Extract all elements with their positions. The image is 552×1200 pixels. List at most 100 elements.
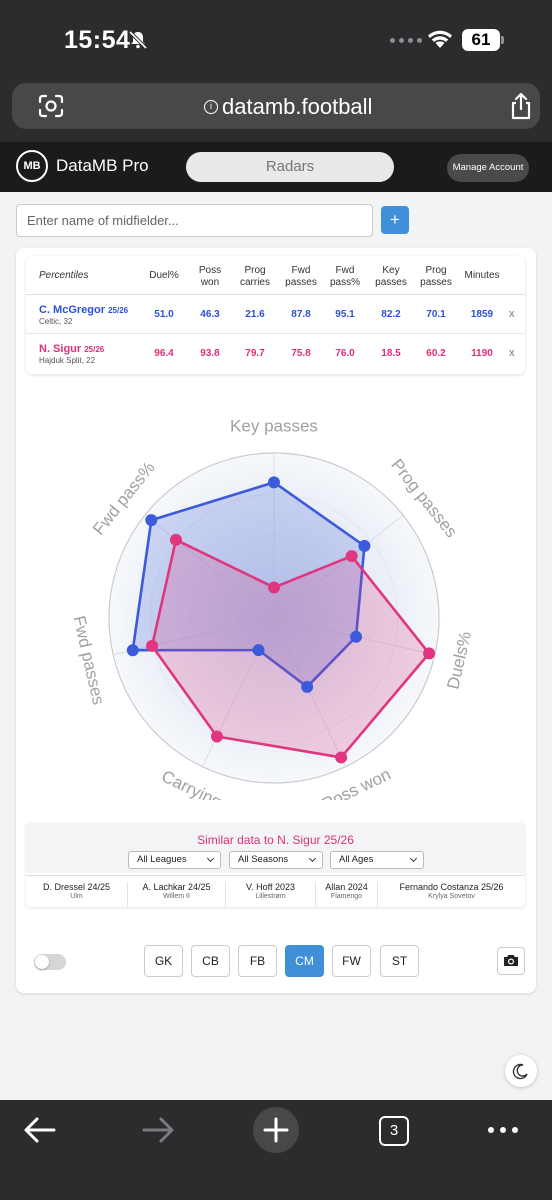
position-button-gk[interactable]: GK: [144, 945, 183, 977]
table-cell: 76.0: [335, 348, 355, 359]
manage-account-button[interactable]: Manage Account: [447, 154, 529, 182]
radar-point[interactable]: [301, 680, 314, 693]
forward-arrow-icon[interactable]: [140, 1114, 176, 1146]
info-icon[interactable]: i: [204, 100, 218, 114]
battery-indicator: 61: [462, 29, 500, 51]
position-button-cb[interactable]: CB: [191, 945, 230, 977]
similar-player-item[interactable]: Allan 2024 Flamengo: [316, 882, 378, 907]
table-cell: 96.4: [154, 348, 174, 359]
table-cell: 93.8: [200, 348, 220, 359]
table-cell: 18.5: [381, 348, 401, 359]
share-icon[interactable]: [508, 92, 534, 120]
table-cell: 1859: [470, 309, 494, 320]
column-header: Fwd passes: [285, 265, 317, 288]
player-club: Celtic, 32: [39, 317, 73, 326]
table-header: Percentiles Duel% Poss won Prog carries Fw…: [26, 256, 525, 295]
season-filter-select[interactable]: All Seasons: [229, 851, 323, 869]
address-bar[interactable]: i datamb.football: [12, 83, 540, 129]
similar-player-item[interactable]: Fernando Costanza 25/26 Krylya Sovetov: [378, 882, 525, 907]
remove-player-button[interactable]: x: [509, 347, 515, 359]
similar-player-item[interactable]: V. Hoff 2023 Lillestrøm: [226, 882, 316, 907]
radar-point[interactable]: [169, 533, 182, 546]
radar-point[interactable]: [268, 476, 280, 489]
dark-mode-toggle[interactable]: [505, 1055, 537, 1087]
position-button-st[interactable]: ST: [380, 945, 419, 977]
table-cell: 75.8: [291, 348, 311, 359]
table-cell: 51.0: [154, 309, 174, 320]
table-cell: 82.2: [381, 309, 401, 320]
add-player-button[interactable]: +: [381, 206, 409, 234]
column-header: Prog carries: [239, 265, 270, 288]
status-bar: 15:54 61: [0, 0, 552, 80]
column-header: Minutes: [464, 270, 500, 281]
radar-point[interactable]: [210, 730, 223, 743]
column-header-percentiles: Percentiles: [39, 270, 89, 281]
column-header: Duel%: [149, 270, 179, 281]
new-tab-button[interactable]: [253, 1107, 299, 1153]
radar-axis-label: Key passes: [230, 416, 318, 435]
similar-player-item[interactable]: A. Lachkar 24/25 Willem II: [128, 882, 226, 907]
player-search-input[interactable]: [16, 204, 373, 237]
bell-muted-icon: [128, 30, 148, 50]
radar-axis-label: Fwd passes: [74, 614, 108, 707]
plus-icon: [263, 1117, 289, 1143]
browser-bottom-bar: 3: [0, 1100, 552, 1200]
league-filter-select[interactable]: All Leagues: [128, 851, 221, 869]
url-text[interactable]: datamb.football: [222, 94, 372, 120]
screenshot-button[interactable]: [497, 947, 525, 975]
radar-point[interactable]: [345, 550, 358, 563]
radar-point[interactable]: [423, 647, 436, 660]
nav-radars[interactable]: Radars: [186, 152, 394, 182]
radar-point[interactable]: [350, 630, 363, 643]
wifi-icon: [428, 30, 452, 48]
column-header: Poss won: [198, 265, 222, 288]
age-filter-select[interactable]: All Ages: [330, 851, 424, 869]
position-button-fw[interactable]: FW: [332, 945, 371, 977]
similar-player-item[interactable]: D. Dressel 24/25 Ulm: [26, 882, 128, 907]
chevron-down-icon: [308, 854, 317, 863]
table-cell: 95.1: [335, 309, 355, 320]
compare-toggle[interactable]: [34, 954, 66, 970]
app-header: MB DataMB Pro Radars Manage Account: [0, 142, 552, 192]
brand-logo[interactable]: MB: [16, 150, 48, 182]
moon-icon: [512, 1063, 528, 1080]
table-cell: 46.3: [200, 309, 220, 320]
chevron-down-icon: [409, 854, 418, 863]
radar-point[interactable]: [126, 644, 139, 657]
status-time: 15:54: [64, 26, 131, 54]
browser-toolbar: i datamb.football: [0, 80, 552, 142]
percentiles-table: Percentiles Duel% Poss won Prog carries Fw…: [26, 256, 525, 374]
cellular-signal-icon: [390, 38, 422, 43]
radar-point[interactable]: [145, 514, 158, 527]
radar-axis-label: Duels%: [443, 630, 474, 691]
table-cell: 21.6: [245, 309, 265, 320]
radar-point[interactable]: [335, 751, 348, 764]
lens-icon[interactable]: [38, 94, 64, 118]
column-header: Fwd pass%: [329, 265, 360, 288]
similar-players-list: D. Dressel 24/25 Ulm A. Lachkar 24/25 Will…: [26, 875, 525, 907]
similar-title: Similar data to N. Sigur 25/26: [197, 833, 354, 847]
table-cell: 70.1: [426, 309, 446, 320]
radar-point[interactable]: [252, 644, 265, 657]
table-row[interactable]: N. Sigur 25/26 Hajduk Split, 22 96.4 93.…: [26, 334, 525, 373]
position-button-fb[interactable]: FB: [238, 945, 277, 977]
radar-point[interactable]: [146, 639, 159, 652]
table-row[interactable]: C. McGregor 25/26 Celtic, 32 51.0 46.3 2…: [26, 295, 525, 334]
similar-players-panel: Similar data to N. Sigur 25/26 All Leagu…: [26, 823, 525, 907]
radar-point[interactable]: [358, 539, 371, 552]
battery-tip: [501, 36, 504, 44]
tabs-button[interactable]: 3: [379, 1116, 409, 1146]
player-name[interactable]: C. McGregor 25/26: [39, 304, 128, 316]
back-arrow-icon[interactable]: [22, 1114, 58, 1146]
table-cell: 1190: [471, 348, 493, 359]
brand-name[interactable]: DataMB Pro: [56, 156, 149, 176]
remove-player-button[interactable]: x: [509, 308, 515, 320]
player-name[interactable]: N. Sigur 25/26: [39, 343, 104, 355]
more-menu-icon[interactable]: [486, 1124, 520, 1136]
position-button-cm[interactable]: CM: [285, 945, 324, 977]
player-club: Hajduk Split, 22: [39, 356, 96, 365]
radar-point[interactable]: [268, 581, 280, 594]
table-cell: 60.2: [426, 348, 446, 359]
column-header: Key passes: [375, 265, 407, 288]
chevron-down-icon: [206, 854, 215, 863]
